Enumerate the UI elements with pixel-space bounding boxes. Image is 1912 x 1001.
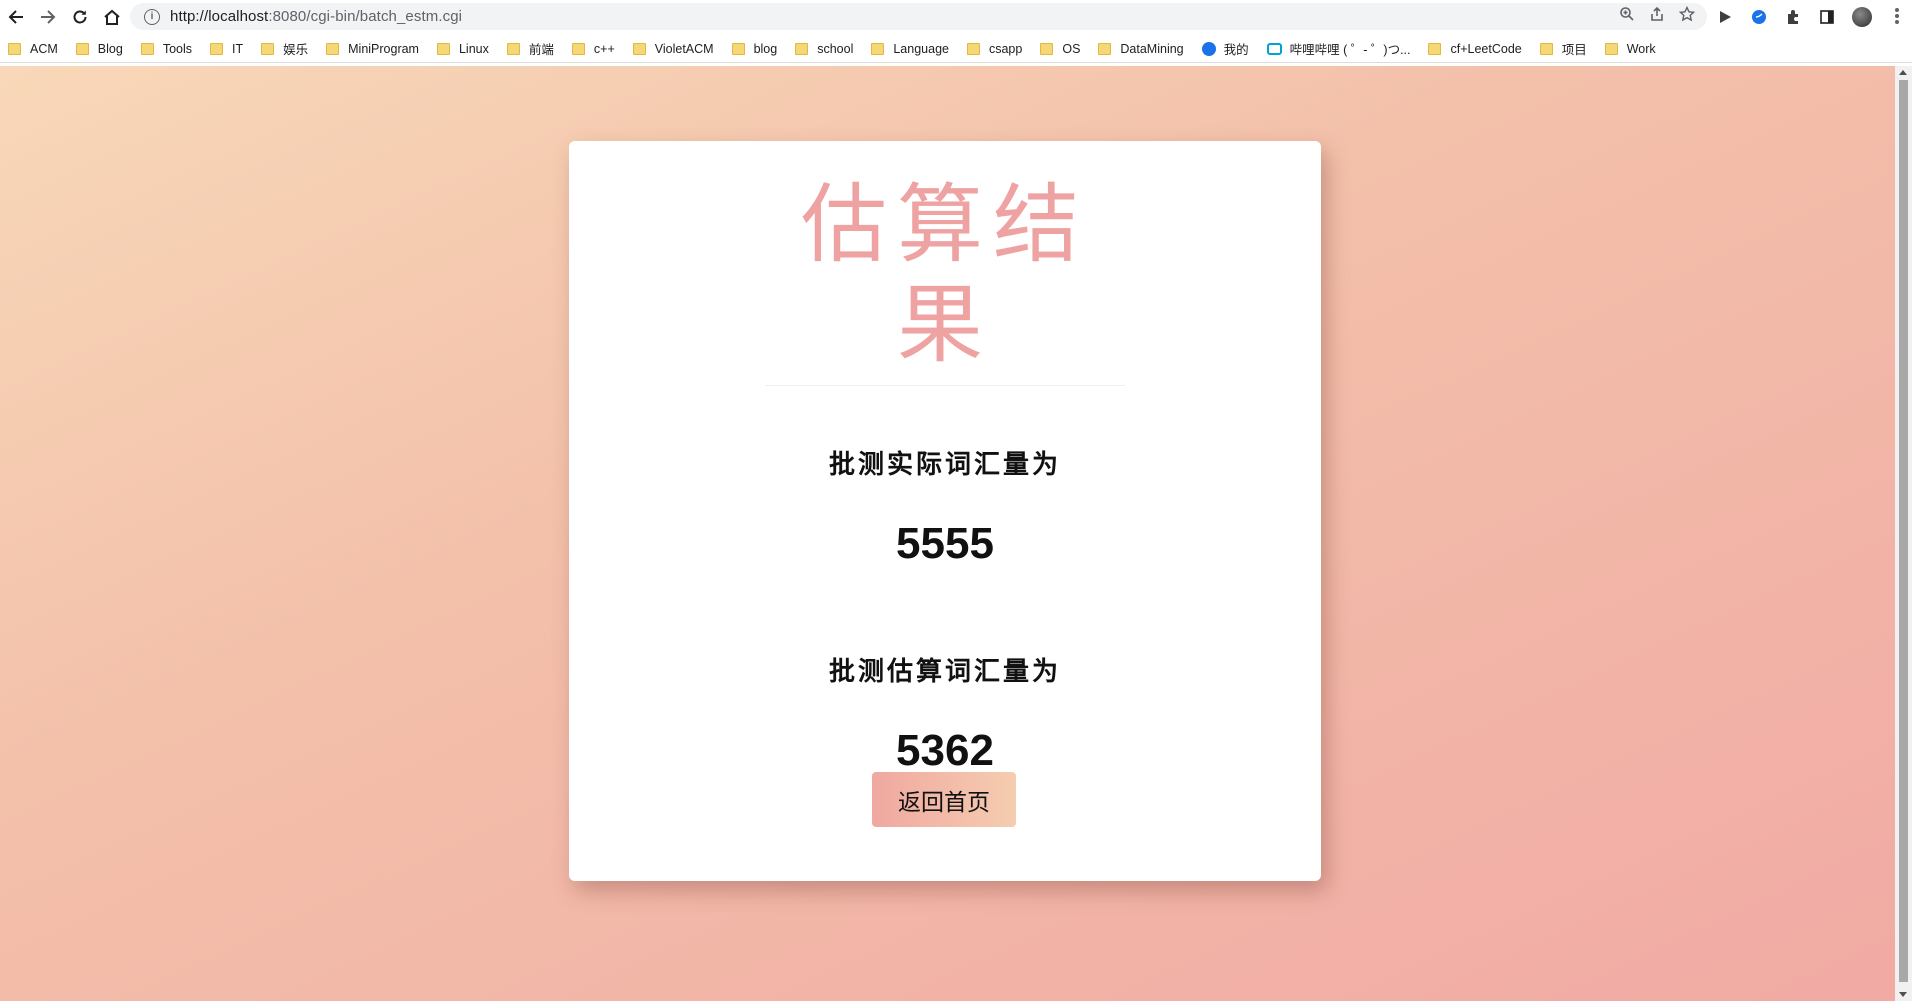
- folder-icon: [506, 42, 520, 55]
- bookmark-item[interactable]: 前端: [506, 39, 554, 58]
- globe-icon: [1201, 41, 1216, 56]
- vertical-scrollbar[interactable]: [1895, 66, 1912, 1001]
- bookmark-label: csapp: [988, 41, 1023, 56]
- folder-icon: [326, 42, 340, 55]
- folder-icon: [436, 42, 450, 55]
- bookmark-label: VioletACM: [654, 41, 714, 56]
- side-panel-icon[interactable]: [1818, 8, 1836, 26]
- bookmarks-bar: ACM Blog Tools IT 娱乐 MiniProgram Linux 前端 c++ Vio…: [0, 35, 1912, 63]
- bookmark-label: Linux: [458, 41, 489, 56]
- folder-icon: [210, 42, 223, 55]
- share-icon[interactable]: [1649, 6, 1665, 27]
- bookmark-label: c++: [593, 41, 615, 56]
- address-bar[interactable]: i http://localhost:8080/cgi-bin/batch_es…: [130, 3, 1707, 30]
- bookmark-item[interactable]: 我的: [1201, 39, 1249, 58]
- forward-arrow-icon[interactable]: [32, 2, 64, 32]
- bookmark-label: 哔哩哔哩 ( ゜- ゜)つ...: [1289, 43, 1411, 57]
- back-home-button[interactable]: 返回首页: [872, 772, 1016, 827]
- bookmark-label: ACM: [30, 41, 58, 56]
- bookmark-item[interactable]: blog: [731, 41, 778, 56]
- bookmark-label: 我的: [1223, 43, 1249, 57]
- bookmark-item[interactable]: cf+LeetCode: [1428, 41, 1522, 56]
- bookmark-item[interactable]: OS: [1040, 42, 1080, 56]
- bookmark-label: IT: [232, 41, 244, 56]
- estimated-vocab-value: 5362: [896, 726, 994, 775]
- back-arrow-icon[interactable]: [0, 2, 32, 32]
- home-icon[interactable]: [96, 2, 128, 32]
- bookmark-item[interactable]: Linux: [436, 41, 489, 56]
- url-text[interactable]: http://localhost:8080/cgi-bin/batch_estm…: [170, 8, 462, 25]
- bookmark-label: 娱乐: [283, 43, 309, 57]
- bookmark-label: Language: [893, 41, 949, 56]
- bookmark-item[interactable]: 娱乐: [261, 39, 308, 58]
- folder-icon: [871, 42, 885, 55]
- bookmark-item[interactable]: VioletACM: [632, 41, 714, 56]
- bookmark-label: school: [817, 41, 854, 56]
- folder-icon: [1604, 42, 1618, 55]
- folder-icon: [1539, 42, 1553, 55]
- reload-icon[interactable]: [64, 2, 96, 32]
- scroll-up-arrow-icon[interactable]: [1899, 70, 1907, 75]
- bookmark-item[interactable]: csapp: [966, 41, 1023, 56]
- folder-icon: [1040, 42, 1054, 55]
- zoom-icon[interactable]: [1619, 6, 1635, 27]
- bookmark-item[interactable]: Language: [871, 42, 949, 56]
- bookmark-item[interactable]: c++: [571, 41, 615, 56]
- profile-avatar[interactable]: [1852, 6, 1872, 27]
- scrollbar-thumb[interactable]: [1899, 80, 1908, 982]
- bookmark-item[interactable]: MiniProgram: [326, 42, 419, 56]
- scroll-down-arrow-icon[interactable]: [1899, 992, 1907, 997]
- bookmark-label: Work: [1626, 41, 1656, 56]
- extensions-puzzle-icon[interactable]: [1784, 8, 1802, 26]
- folder-icon: [140, 42, 154, 55]
- bookmark-label: blog: [753, 41, 778, 56]
- bookmark-label: cf+LeetCode: [1450, 41, 1522, 56]
- actual-vocab-label: 批测实际词汇量为: [828, 450, 1061, 480]
- bilibili-icon: [1266, 42, 1282, 55]
- folder-icon: [731, 42, 745, 55]
- folder-icon: [1098, 42, 1112, 55]
- estimated-vocab-label: 批测估算词汇量为: [828, 657, 1061, 687]
- bookmark-label: DataMining: [1120, 41, 1184, 56]
- bookmark-item[interactable]: school: [795, 42, 853, 56]
- folder-icon: [261, 42, 275, 55]
- bookmark-label: OS: [1062, 41, 1081, 56]
- site-info-icon[interactable]: i: [144, 8, 160, 25]
- bookmark-label: Blog: [97, 41, 123, 56]
- folder-icon: [632, 42, 646, 55]
- folder-icon: [571, 42, 585, 55]
- folder-icon: [75, 42, 89, 55]
- page-title: 估算结果: [765, 175, 1125, 386]
- browser-toolbar: i http://localhost:8080/cgi-bin/batch_es…: [0, 0, 1912, 33]
- bookmark-star-icon[interactable]: [1678, 5, 1696, 27]
- page-viewport: 估算结果 批测实际词汇量为 5555 批测估算词汇量为 5362 返回首页: [0, 66, 1895, 1001]
- bookmark-item[interactable]: Blog: [75, 41, 123, 56]
- translate-extension-icon[interactable]: [1750, 8, 1768, 26]
- bookmark-item[interactable]: Tools: [140, 41, 192, 56]
- folder-icon: [795, 42, 809, 55]
- play-extension-icon[interactable]: [1716, 8, 1734, 26]
- bookmark-label: Tools: [162, 41, 192, 56]
- folder-icon: [966, 42, 980, 55]
- folder-icon: [1428, 42, 1442, 55]
- bookmark-item[interactable]: 哔哩哔哩 ( ゜- ゜)つ...: [1266, 39, 1411, 58]
- result-card: 估算结果 批测实际词汇量为 5555 批测估算词汇量为 5362 返回首页: [569, 141, 1321, 881]
- bookmark-item[interactable]: ACM: [8, 42, 58, 56]
- bookmark-item[interactable]: IT: [210, 42, 243, 56]
- folder-icon: [8, 42, 21, 55]
- bookmark-item[interactable]: DataMining: [1098, 41, 1184, 56]
- actual-vocab-value: 5555: [896, 519, 994, 568]
- bookmark-item[interactable]: Work: [1604, 41, 1656, 56]
- bookmark-label: 前端: [528, 43, 554, 57]
- bookmark-label: 项目: [1561, 43, 1587, 57]
- menu-kebab-icon[interactable]: [1894, 7, 1900, 25]
- bookmark-item[interactable]: 项目: [1539, 39, 1587, 58]
- bookmark-label: MiniProgram: [348, 41, 419, 56]
